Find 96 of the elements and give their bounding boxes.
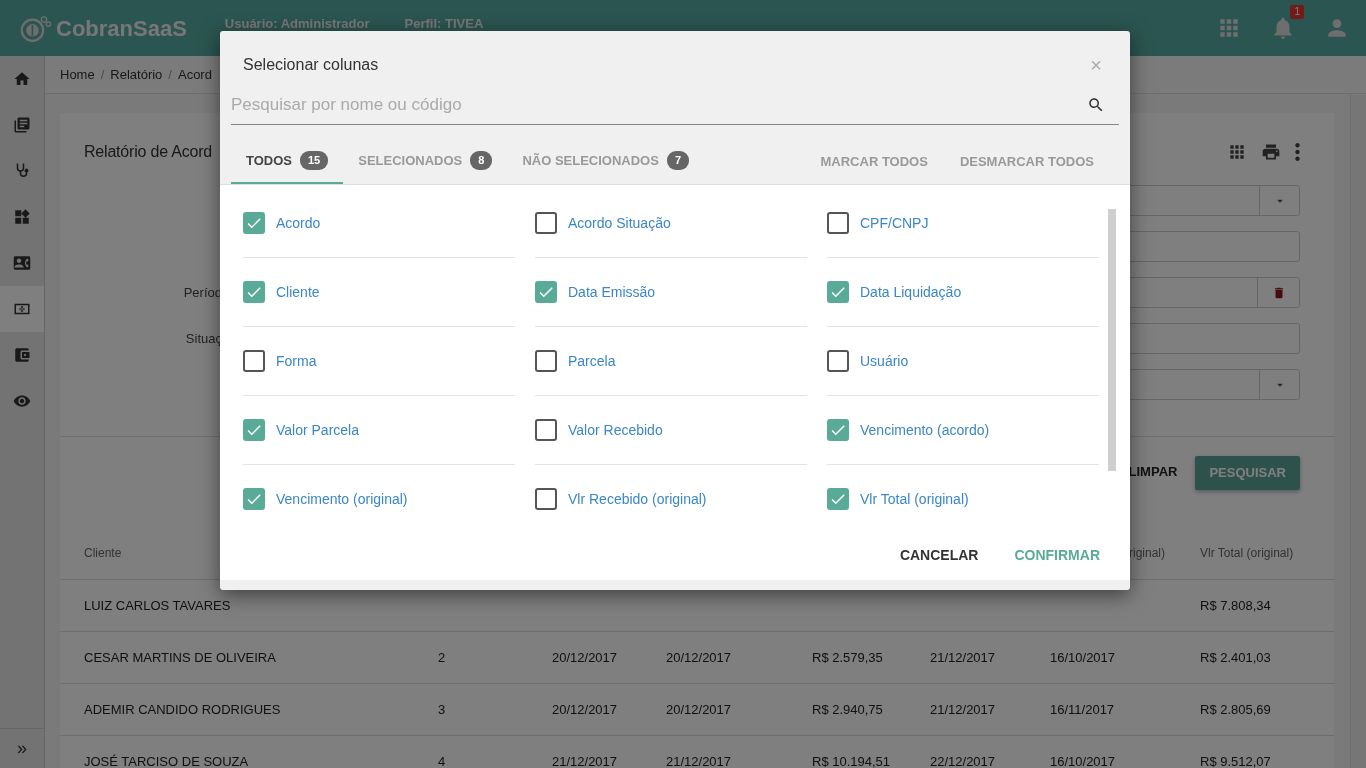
table-cell: 16/11/2017	[1050, 701, 1115, 717]
deselect-all-button[interactable]: DESMARCAR TODOS	[943, 151, 1110, 172]
table-cell: R$ 2.401,03	[1200, 649, 1271, 665]
cancel-button[interactable]: CANCELAR	[889, 538, 989, 572]
checkbox-label[interactable]: CPF/CNPJ	[860, 212, 929, 234]
filter-tab[interactable]: SELECIONADOS 8	[343, 139, 508, 184]
search-icon	[1087, 96, 1105, 114]
checkbox-label[interactable]: Usuário	[860, 350, 909, 372]
table-cell: 21/12/2017	[552, 753, 618, 768]
books-icon	[13, 116, 31, 134]
checkbox-label[interactable]: Vlr Total (original)	[860, 488, 969, 510]
table-cell: 21/12/2017	[930, 701, 996, 717]
report-title: Relatório de Acord	[84, 141, 213, 162]
checkbox[interactable]	[827, 419, 849, 441]
checkbox-label[interactable]: Parcela	[568, 350, 616, 372]
column-header: riginal)	[1129, 546, 1165, 560]
checkbox[interactable]	[827, 488, 849, 510]
breadcrumb-separator: /	[100, 65, 105, 84]
table-cell: 3	[438, 701, 446, 717]
checkbox-label[interactable]: Valor Parcela	[276, 419, 359, 441]
column-header: Cliente	[84, 546, 122, 560]
table-cell: 16/10/2017	[1050, 753, 1116, 768]
table-cell: R$ 10.194,51	[812, 753, 891, 768]
user-text: Usuário: Administrador	[224, 17, 370, 30]
column-header: Vlr Total (original)	[1200, 546, 1294, 560]
checkbox[interactable]	[535, 488, 557, 510]
breadcrumb-separator: /	[168, 65, 172, 84]
confirm-button[interactable]: CONFIRMAR	[1004, 538, 1110, 572]
field-label: Situaç	[185, 330, 222, 346]
checkbox-label[interactable]: Acordo Situação	[568, 212, 671, 234]
checkbox-label[interactable]: Data Liquidação	[860, 281, 962, 303]
checkbox[interactable]	[243, 488, 265, 510]
checkbox-label[interactable]: Vencimento (acordo)	[860, 419, 990, 441]
widgets-icon	[13, 208, 31, 226]
scrollbar[interactable]	[1108, 209, 1116, 471]
table-cell: 20/12/2017	[552, 649, 618, 665]
table-cell: CESAR MARTINS DE OLIVEIRA	[84, 649, 276, 665]
table-cell: R$ 9.512,07	[1200, 753, 1271, 768]
table-cell: R$ 2.940,75	[812, 701, 883, 717]
checkbox[interactable]	[827, 350, 849, 372]
table-cell: R$ 7.808,34	[1200, 597, 1271, 613]
table-cell: 2	[438, 649, 446, 665]
checkbox[interactable]	[535, 419, 557, 441]
print-icon	[1261, 142, 1281, 163]
wallet-icon	[13, 346, 31, 364]
table-cell: 16/10/2017	[1050, 649, 1116, 665]
checkbox[interactable]	[243, 419, 265, 441]
checkbox[interactable]	[827, 281, 849, 303]
logo-text: CobranSaaS	[56, 14, 187, 43]
count-badge: 15	[300, 151, 329, 170]
close-button[interactable]: ×	[1084, 54, 1108, 76]
eye-icon	[13, 392, 31, 410]
home-icon	[13, 70, 31, 88]
filter-tab[interactable]: NÃO SELECIONADOS 7	[507, 139, 705, 184]
more-vertical-icon	[1295, 143, 1300, 162]
table-cell: 4	[438, 753, 446, 768]
table-cell: R$ 2.579,35	[812, 649, 883, 665]
collapse-button[interactable]: »	[0, 728, 44, 768]
checkbox[interactable]	[243, 281, 265, 303]
count-badge: 8	[470, 151, 493, 170]
clear-button[interactable]: LIMPAR	[1126, 462, 1180, 482]
table-cell: R$ 2.805,69	[1200, 701, 1271, 717]
checkbox[interactable]	[535, 281, 557, 303]
checkbox[interactable]	[243, 350, 265, 372]
contact-card-icon	[13, 254, 31, 272]
dialog-title: Selecionar colunas	[243, 55, 379, 75]
search-button[interactable]: PESQUISAR	[1195, 456, 1300, 490]
checkbox-label[interactable]: Forma	[276, 350, 317, 372]
checkbox[interactable]	[535, 212, 557, 234]
checkbox-label[interactable]: Acordo	[276, 212, 321, 234]
table-cell: 20/12/2017	[552, 701, 618, 717]
table-cell: JOSÉ TARCISO DE SOUZA	[84, 753, 249, 768]
checkbox[interactable]	[535, 350, 557, 372]
checkbox-label[interactable]: Cliente	[276, 281, 320, 303]
breadcrumb-link[interactable]: Home	[60, 64, 95, 85]
checkbox[interactable]	[827, 212, 849, 234]
count-badge: 7	[666, 151, 690, 170]
checkbox-label[interactable]: Valor Recebido	[568, 419, 663, 441]
table-cell: 20/12/2017	[666, 701, 732, 717]
table-cell: 22/12/2017	[930, 753, 996, 768]
checkbox-label[interactable]: Data Emissão	[568, 281, 656, 303]
table-cell: 21/12/2017	[666, 753, 732, 768]
money-bill-menu-item[interactable]	[0, 286, 44, 332]
notification-count: 1	[1290, 5, 1304, 19]
select-all-button[interactable]: MARCAR TODOS	[804, 151, 944, 172]
checkbox-label[interactable]: Vencimento (original)	[276, 488, 408, 510]
breadcrumb-link[interactable]: Acord	[177, 64, 212, 85]
breadcrumb-link[interactable]: Relatório	[110, 64, 163, 85]
checkbox-label[interactable]: Vlr Recebido (original)	[568, 488, 707, 510]
profile-text: Perfil: TIVEA	[404, 17, 484, 30]
logo-icon	[20, 14, 52, 42]
table-cell: ADEMIR CANDIDO RODRIGUES	[84, 701, 281, 717]
table-cell: LUIZ CARLOS TAVARES	[84, 597, 231, 613]
table-cell: 21/12/2017	[930, 649, 996, 665]
checkbox[interactable]	[243, 212, 265, 234]
table-cell: 20/12/2017	[666, 649, 732, 665]
